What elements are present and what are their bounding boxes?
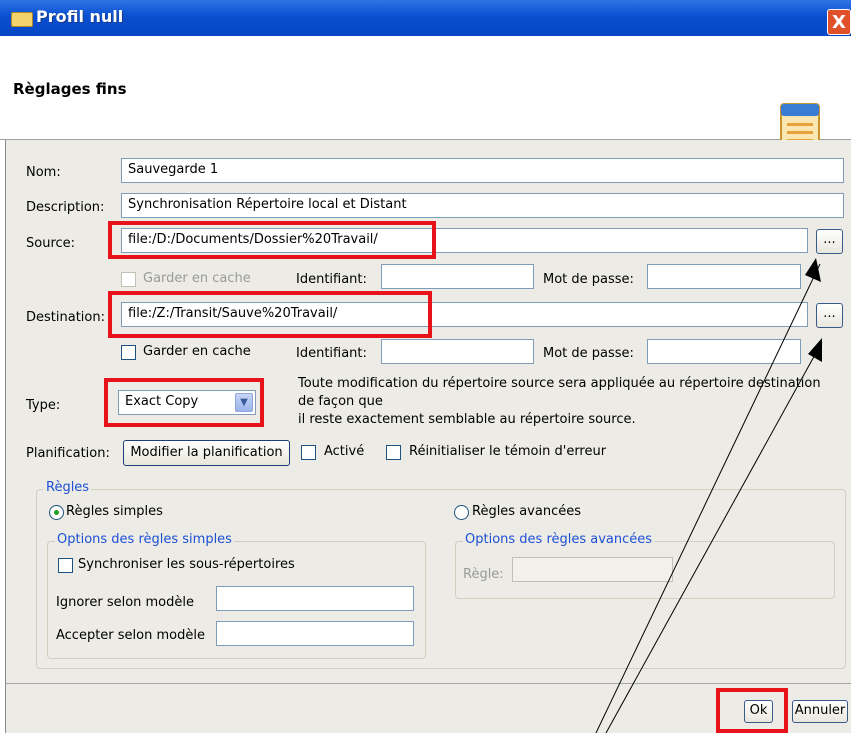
arrowhead-icon xyxy=(805,258,821,282)
annotation-arrows xyxy=(595,258,823,733)
arrow-to-destination-browse xyxy=(605,341,823,733)
arrow-to-source-browse xyxy=(595,263,821,733)
arrowhead-icon xyxy=(808,338,822,362)
